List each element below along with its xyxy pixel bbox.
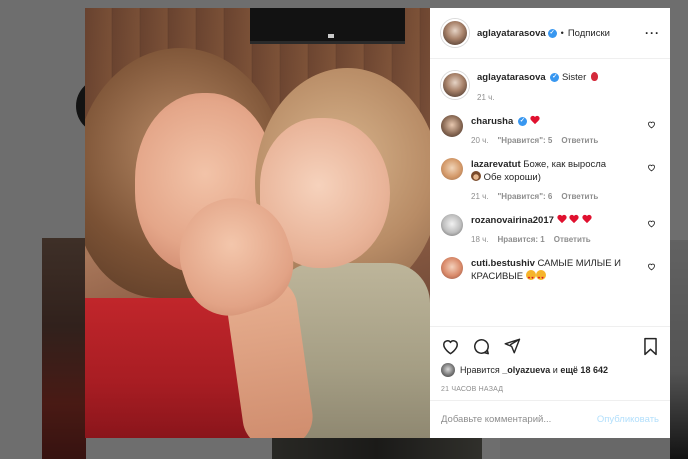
verified-badge-icon: ✓ <box>517 116 527 126</box>
likes-connector: и <box>552 365 558 375</box>
author-avatar[interactable] <box>441 19 469 47</box>
comment-meta: 21 ч. "Нравится": 6 Ответить <box>471 192 635 201</box>
photo-tv-logo <box>328 34 334 38</box>
red-heart-emoji-icon <box>557 215 567 224</box>
comment-username[interactable]: charusha <box>471 116 513 127</box>
comment-input[interactable] <box>441 414 597 425</box>
caption-text: aglayatarasova ✓ Sister <box>477 71 641 84</box>
like-comment-heart-icon[interactable] <box>647 219 656 228</box>
comment-username[interactable]: lazarevatut <box>471 159 521 170</box>
comment-item: charusha ✓ 20 ч. "Нравится": 5 Ответить <box>441 115 660 145</box>
post-modal: aglayatarasova ✓ • Подписки ··· aglayata… <box>85 8 670 438</box>
reply-button[interactable]: Ответить <box>561 192 598 201</box>
comment-bubble-icon[interactable] <box>472 337 491 356</box>
reply-button[interactable]: Ответить <box>554 235 591 244</box>
liker-avatar[interactable] <box>441 363 455 377</box>
commenter-avatar[interactable] <box>441 158 463 180</box>
comment-body-line2: Обе хороши) <box>483 172 541 183</box>
comment-text: rozanovairina2017 <box>471 214 635 227</box>
comment-text: cuti.bestushiv САМЫЕ МИЛЫЕ И КРАСИВЫЕ <box>471 257 635 284</box>
save-bookmark-icon[interactable] <box>642 337 659 356</box>
comment-likes[interactable]: Нравится: 1 <box>498 235 545 244</box>
comment-item: cuti.bestushiv САМЫЕ МИЛЫЕ И КРАСИВЫЕ <box>441 257 660 284</box>
add-comment-bar: Опубликовать <box>430 400 670 438</box>
comment-text: charusha ✓ <box>471 115 635 128</box>
like-comment-heart-icon[interactable] <box>647 262 656 271</box>
like-comment-heart-icon[interactable] <box>647 120 656 129</box>
commenter-avatar[interactable] <box>441 115 463 137</box>
post-header: aglayatarasova ✓ • Подписки ··· <box>430 8 670 59</box>
liker-username[interactable]: _olyazueva <box>502 365 550 375</box>
post-side-panel: aglayatarasova ✓ • Подписки ··· aglayata… <box>430 8 670 438</box>
comment-meta: 20 ч. "Нравится": 5 Ответить <box>471 136 635 145</box>
comment-likes[interactable]: "Нравится": 5 <box>498 136 553 145</box>
caption-time: 21 ч. <box>477 93 495 102</box>
commenter-avatar[interactable] <box>441 257 463 279</box>
commenter-avatar[interactable] <box>441 214 463 236</box>
see-no-evil-monkey-emoji-icon <box>471 171 481 181</box>
comment-time: 18 ч. <box>471 235 489 244</box>
comment-time: 21 ч. <box>471 192 489 201</box>
caption-meta: 21 ч. <box>477 93 641 102</box>
balloon-emoji-icon <box>590 72 598 81</box>
follow-status-button[interactable]: Подписки <box>568 28 610 39</box>
comment-likes[interactable]: "Нравится": 6 <box>498 192 553 201</box>
comment-text: lazarevatut Боже, как выросла Обе хороши… <box>471 158 635 184</box>
publish-button[interactable]: Опубликовать <box>597 414 659 425</box>
comments-list[interactable]: aglayatarasova ✓ Sister 21 ч. charusha ✓… <box>430 59 670 325</box>
caption: aglayatarasova ✓ Sister 21 ч. <box>441 71 660 102</box>
likes-count[interactable]: ещё 18 642 <box>560 365 608 375</box>
likes-prefix: Нравится <box>460 365 500 375</box>
caption-username[interactable]: aglayatarasova <box>477 72 546 83</box>
heart-eyes-emoji-icon <box>525 270 536 284</box>
comment-body: Боже, как выросла <box>523 159 607 170</box>
caption-body: Sister <box>561 72 587 83</box>
red-heart-emoji-icon <box>530 116 540 125</box>
like-comment-heart-icon[interactable] <box>647 163 656 172</box>
comment-item: lazarevatut Боже, как выросла Обе хороши… <box>441 158 660 201</box>
red-heart-emoji-icon <box>569 215 579 224</box>
heart-eyes-emoji-icon <box>535 270 546 284</box>
reply-button[interactable]: Ответить <box>561 136 598 145</box>
photo-tv <box>250 8 405 44</box>
separator-dot: • <box>560 28 564 38</box>
author-avatar[interactable] <box>441 71 469 99</box>
verified-badge-icon: ✓ <box>547 28 557 38</box>
red-heart-emoji-icon <box>582 215 592 224</box>
comment-username[interactable]: rozanovairina2017 <box>471 215 554 226</box>
share-paper-plane-icon[interactable] <box>503 337 521 355</box>
comment-meta: 18 ч. Нравится: 1 Ответить <box>471 235 635 244</box>
post-timestamp[interactable]: 21 ЧАСОВ НАЗАД <box>441 386 659 393</box>
post-photo[interactable] <box>85 8 430 438</box>
action-buttons-row <box>441 335 659 357</box>
like-heart-icon[interactable] <box>441 337 460 356</box>
author-username[interactable]: aglayatarasova <box>477 28 546 39</box>
comment-item: rozanovairina2017 18 ч. Нравится: 1 Отве… <box>441 214 660 244</box>
likes-summary: Нравится _olyazueva и ещё 18 642 <box>441 363 659 377</box>
verified-badge-icon: ✓ <box>550 72 560 82</box>
comment-username[interactable]: cuti.bestushiv <box>471 258 535 269</box>
more-horizontal-icon[interactable]: ··· <box>645 26 660 40</box>
comment-time: 20 ч. <box>471 136 489 145</box>
